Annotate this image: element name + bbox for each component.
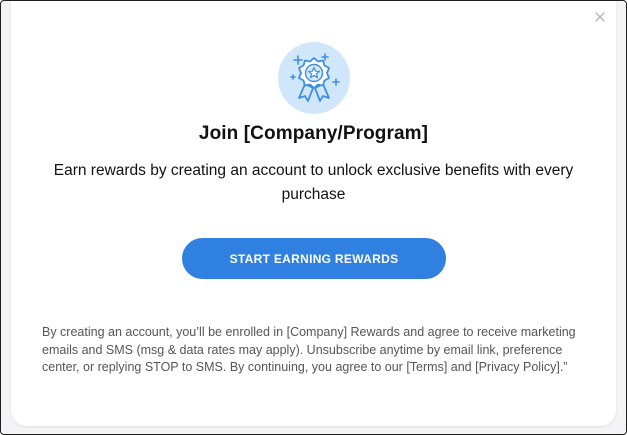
start-earning-rewards-button[interactable]: START EARNING REWARDS	[182, 238, 446, 279]
modal-subtitle: Earn rewards by creating an account to u…	[53, 162, 574, 203]
award-badge-icon	[278, 42, 350, 114]
close-icon[interactable]	[592, 9, 608, 25]
modal-frame: Join [Company/Program] Earn rewards by c…	[0, 0, 627, 435]
legal-disclaimer: By creating an account, you’ll be enroll…	[42, 325, 576, 374]
modal-title: Join [Company/Program]	[198, 123, 429, 144]
rewards-signup-card: Join [Company/Program] Earn rewards by c…	[11, 1, 616, 426]
